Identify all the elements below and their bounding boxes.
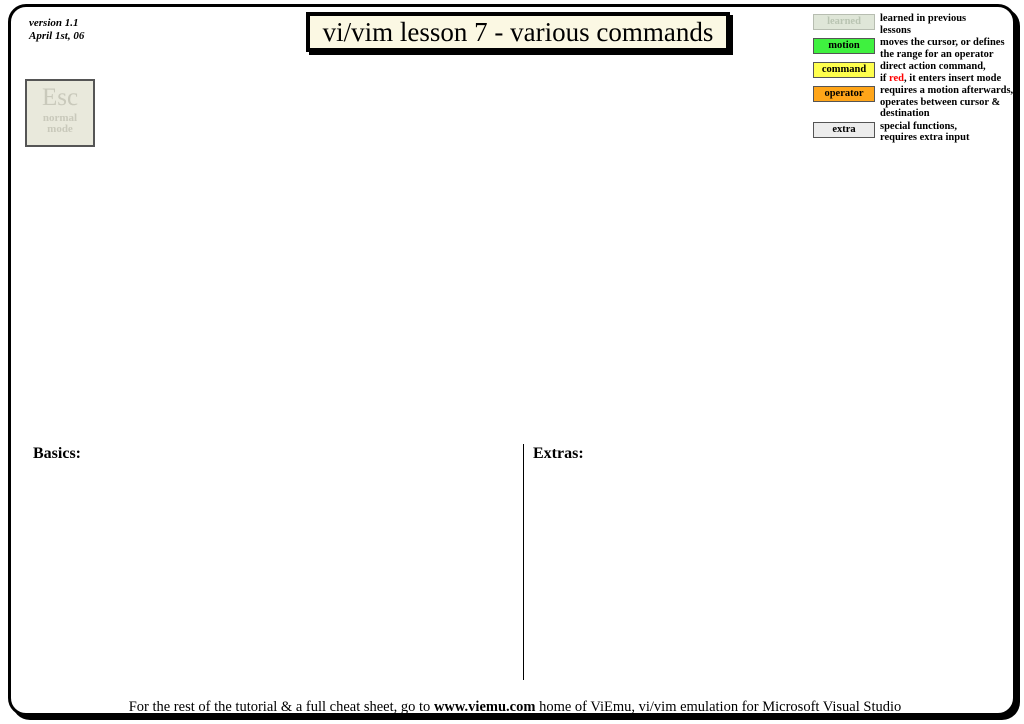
extras-section: Extras: (533, 445, 1011, 463)
column-divider (523, 444, 524, 680)
cheat-sheet-page: version 1.1 April 1st, 06 vi/vim lesson … (8, 4, 1016, 716)
footer: For the rest of the tutorial & a full ch… (11, 699, 1019, 716)
basics-section: Basics: (33, 445, 523, 463)
footer-site-link[interactable]: www.viemu.com (434, 699, 536, 715)
footer-post: home of ViEmu, vi/vim emulation for Micr… (535, 699, 902, 715)
extras-title: Extras: (533, 445, 584, 462)
basics-title: Basics: (33, 445, 81, 462)
footer-pre: For the rest of the tutorial & a full ch… (128, 699, 434, 715)
keyboard (11, 7, 1019, 297)
